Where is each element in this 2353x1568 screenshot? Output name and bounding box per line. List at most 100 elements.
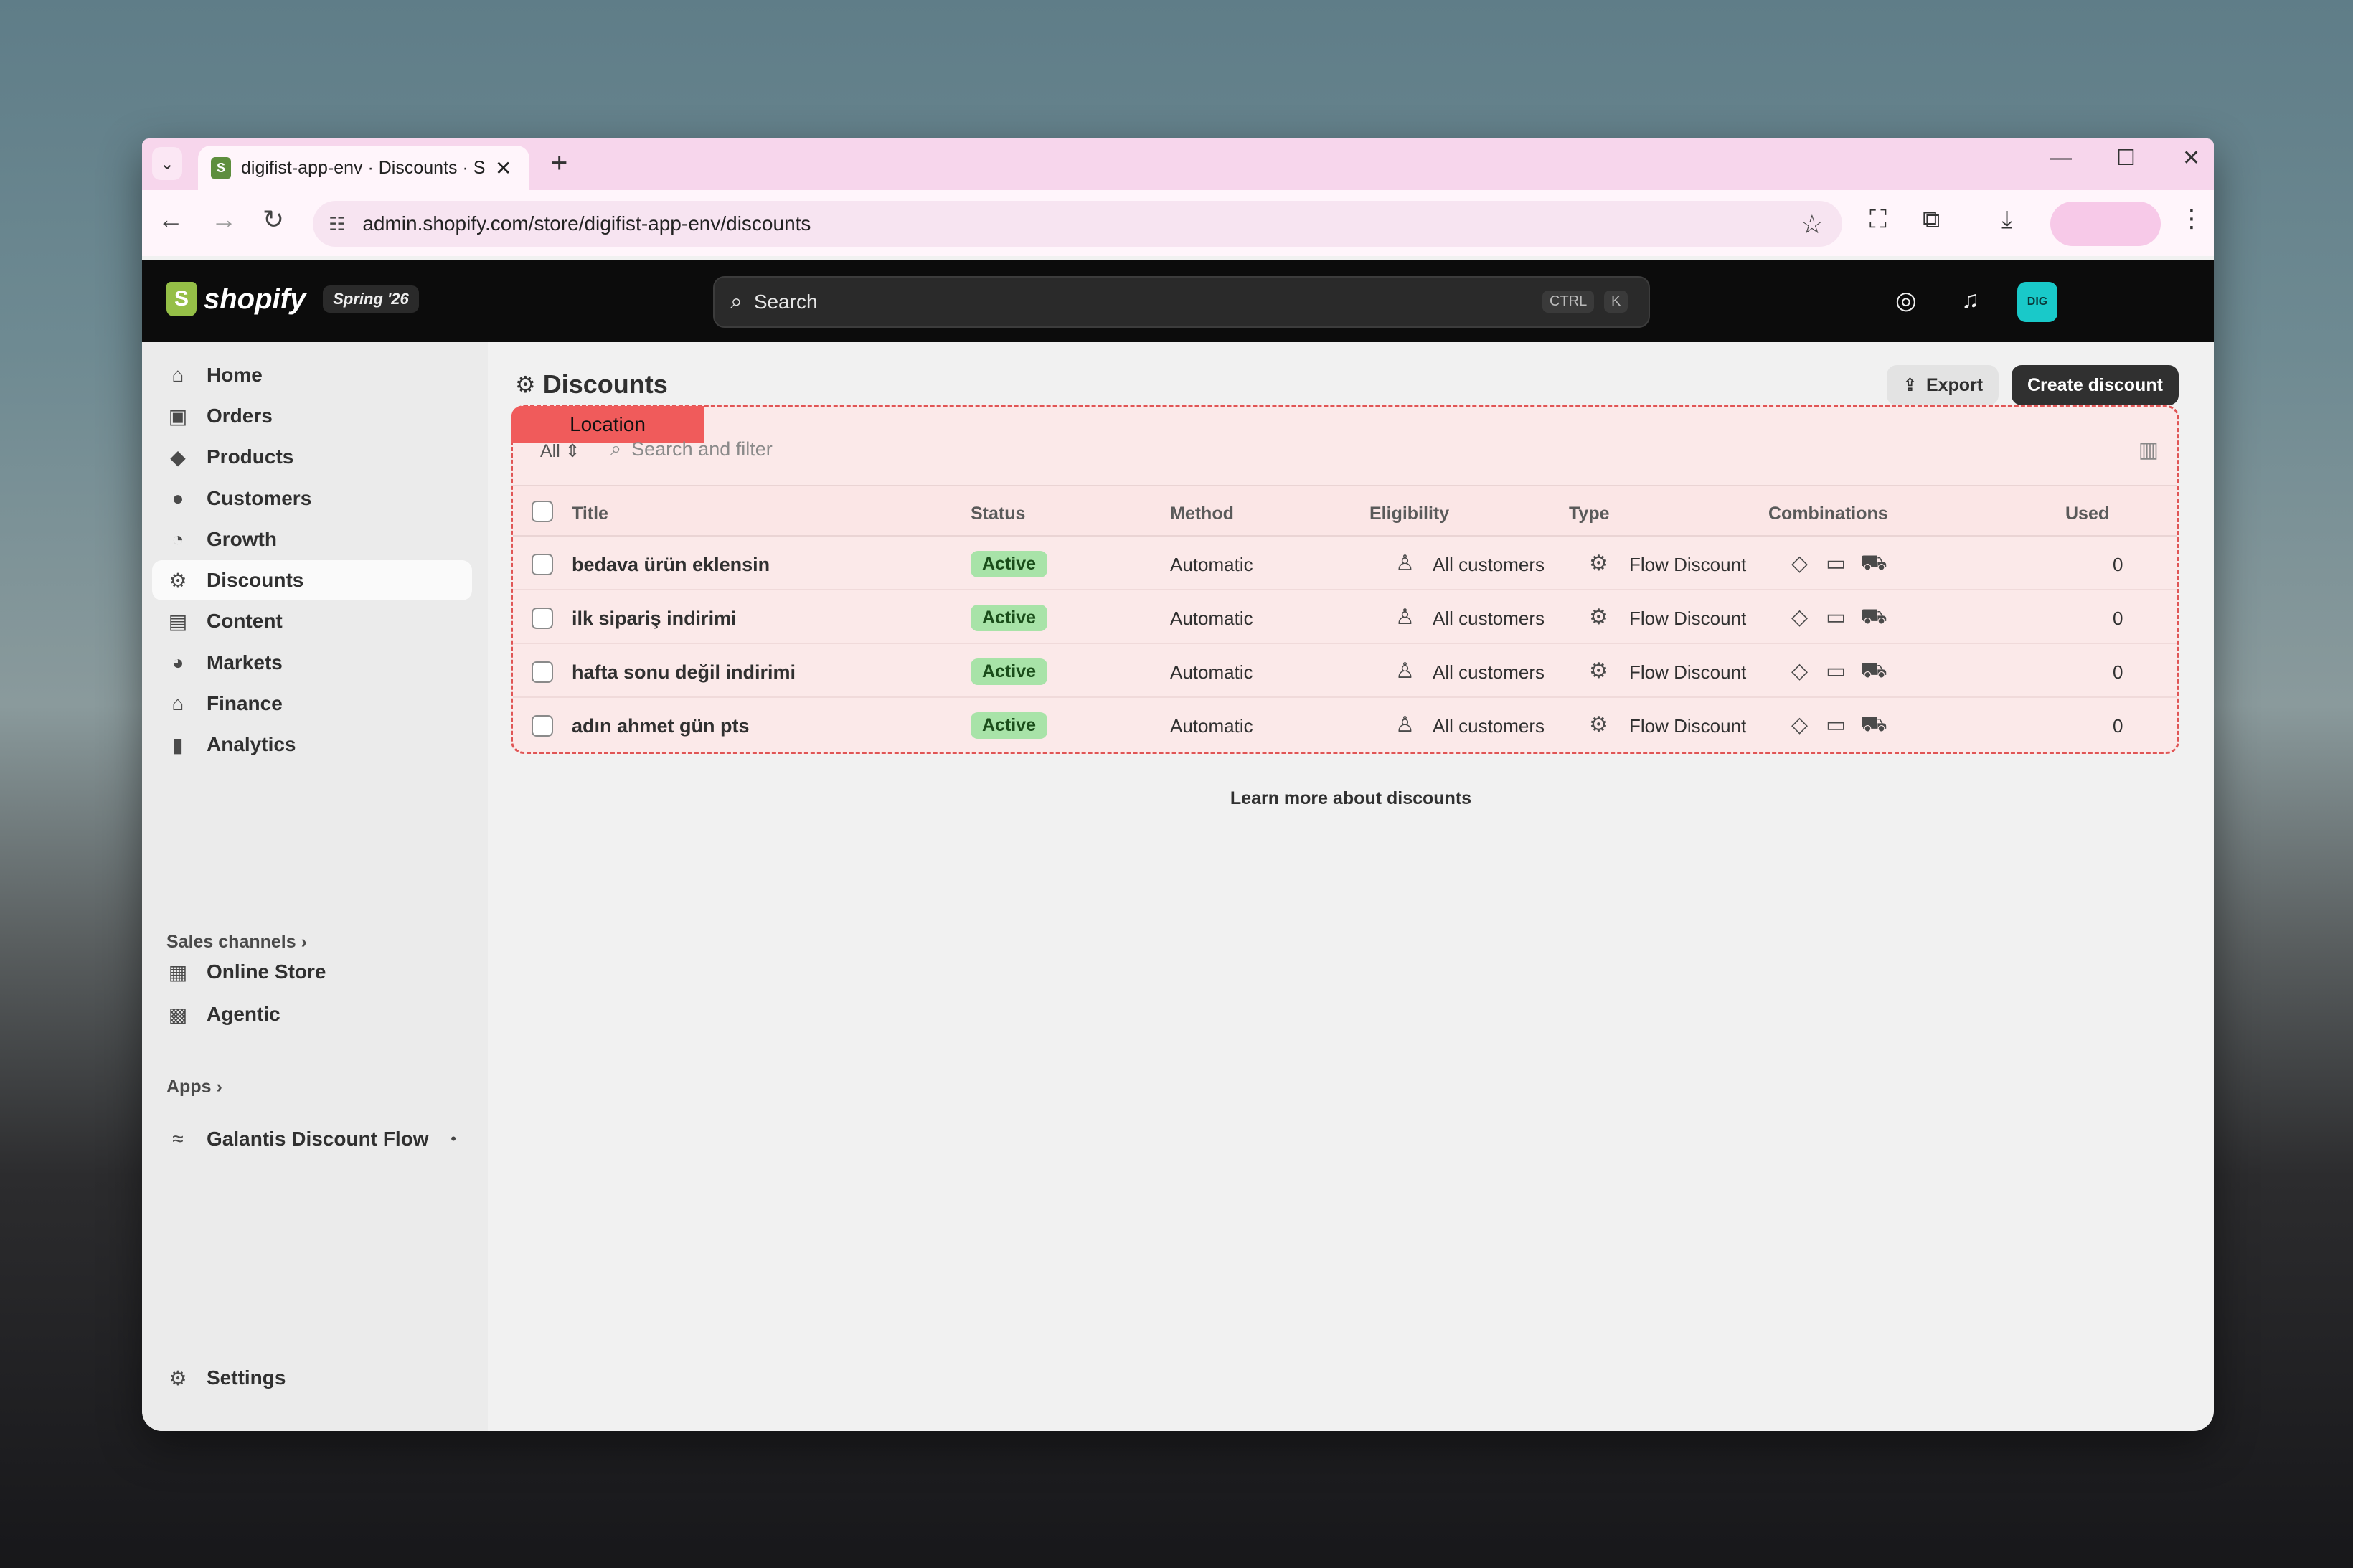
sidebar-item-label: Discounts [207,569,304,591]
bookmark-star-icon[interactable]: ☆ [1801,209,1824,240]
download-icon[interactable]: ⤓ [2001,206,2012,234]
browser-tab[interactable]: S digifist-app-env · Discounts · Sh ✕ [198,146,529,190]
filter-search-input[interactable]: ⌕ Search and filter [610,438,773,461]
tab-search-button[interactable]: ⌄ [152,147,182,180]
discount-title[interactable]: bedava ürün eklensin [572,554,770,576]
shortcut-ctrl: CTRL [1542,291,1595,313]
type-cell: Flow Discount [1629,554,1747,575]
bell-icon[interactable]: ♫ [1961,286,1980,314]
sidebar-item-label: Settings [207,1366,286,1389]
sidebar-item-agentic[interactable]: ▩ Agentic [152,994,472,1034]
type-cell: Flow Discount [1629,608,1747,629]
column-method[interactable]: Method [1170,504,1234,524]
sidebar-item-label: Growth [207,528,277,550]
column-eligibility[interactable]: Eligibility [1369,504,1449,524]
store-icon: ▦ [168,960,188,983]
sidebar-item-markets[interactable]: ◕ Markets [152,643,472,683]
reload-icon[interactable]: ↻ [263,204,284,235]
flow-discount-icon: ⚙ [1589,659,1608,683]
used-cell: 0 [2113,661,2123,683]
status-badge: Active [971,605,1048,631]
create-discount-button[interactable]: Create discount [2012,365,2179,405]
column-title[interactable]: Title [572,504,608,524]
order-discount-icon: ▭ [1826,605,1847,629]
eligibility-cell: All customers [1433,554,1545,575]
used-cell: 0 [2113,715,2123,737]
sidebar: ⌂ Home ▣ Orders ◆ Products ● Customers ◔… [142,342,488,1431]
sidebar-item-growth[interactable]: ◔ Growth [152,519,472,559]
sidebar-item-label: Analytics [207,733,296,755]
app-flow-icon: ≈ [172,1128,184,1150]
column-status[interactable]: Status [971,504,1025,524]
table-row[interactable]: hafta sonu değil indirimi Active Automat… [513,644,2177,698]
sidebar-item-discounts[interactable]: ⚙ Discounts [152,560,472,600]
profile-button[interactable] [2050,202,2161,246]
new-tab-button[interactable]: + [551,147,567,179]
order-discount-icon: ▭ [1826,659,1847,683]
shopify-favicon-icon: S [211,157,231,179]
address-bar[interactable]: ☷ admin.shopify.com/store/digifist-app-e… [313,201,1842,247]
sidebar-item-label: Finance [207,692,283,714]
flow-discount-icon: ⚙ [1589,713,1608,737]
columns-icon[interactable]: ▥ [2139,438,2159,463]
view-select[interactable]: All ⇕ [540,440,580,462]
person-icon: ♙ [1395,659,1415,683]
sidekick-icon[interactable]: ◎ [1895,286,1917,315]
method-cell: Automatic [1170,608,1253,629]
tag-icon: ◆ [170,445,186,468]
minimize-icon[interactable]: — [2050,146,2072,170]
close-window-icon[interactable]: ✕ [2182,146,2200,171]
discount-title[interactable]: ilk sipariş indirimi [572,608,737,630]
row-checkbox[interactable] [532,715,553,737]
sales-channels-header[interactable]: Sales channels › [166,932,307,953]
page-title: ⚙ Discounts [515,369,668,400]
used-cell: 0 [2113,608,2123,629]
site-settings-icon[interactable]: ☷ [329,213,345,235]
column-combinations[interactable]: Combinations [1768,504,1888,524]
shopify-bag-icon: S [166,282,197,316]
sidebar-item-home[interactable]: ⌂ Home [152,355,472,395]
discount-title[interactable]: hafta sonu değil indirimi [572,661,796,684]
column-type[interactable]: Type [1569,504,1610,524]
row-checkbox[interactable] [532,554,553,575]
back-icon[interactable]: ← [158,204,184,235]
row-checkbox[interactable] [532,661,553,683]
table-row[interactable]: adın ahmet gün pts Active Automatic ♙ Al… [513,698,2177,752]
extensions-icon[interactable]: ⧉ [1923,206,1940,234]
learn-more-link[interactable]: Learn more about discounts [488,788,2214,809]
tab-strip: ⌄ S digifist-app-env · Discounts · Sh ✕ … [142,138,2214,190]
flow-discount-icon: ⚙ [1589,605,1608,629]
person-icon: ♙ [1395,605,1415,629]
select-all-checkbox[interactable] [532,501,553,522]
agentic-icon: ▩ [168,1003,188,1026]
eligibility-cell: All customers [1433,608,1545,629]
maximize-icon[interactable]: ☐ [2116,146,2136,171]
sidebar-item-customers[interactable]: ● Customers [152,478,472,519]
sidebar-item-analytics[interactable]: ▮ Analytics [152,724,472,765]
sidebar-item-finance[interactable]: ⌂ Finance [152,684,472,724]
table-row[interactable]: ilk sipariş indirimi Active Automatic ♙ … [513,590,2177,644]
apps-header[interactable]: Apps › [166,1077,222,1097]
tab-close-icon[interactable]: ✕ [495,156,511,180]
sidebar-item-online-store[interactable]: ▦ Online Store [152,952,472,992]
admin-search-input[interactable]: ⌕ Search CTRL K [713,276,1650,328]
shipping-discount-icon: ⛟ [1860,658,1887,682]
sidebar-item-galantis-discount-flow[interactable]: ≈ Galantis Discount Flow • [152,1119,472,1159]
avatar[interactable]: DIG [2017,282,2057,322]
table-row[interactable]: bedava ürün eklensin Active Automatic ♙ … [513,537,2177,590]
sidebar-item-settings[interactable]: ⚙ Settings [152,1358,472,1398]
discount-title[interactable]: adın ahmet gün pts [572,715,750,737]
screenshot-icon[interactable]: ⛶ [1869,206,1887,234]
row-checkbox[interactable] [532,608,553,629]
browser-menu-icon[interactable]: ⋮ [2179,204,2204,233]
shopify-logo[interactable]: S shopify Spring '26 [166,282,419,316]
forward-icon[interactable]: → [211,204,237,235]
bank-icon: ⌂ [171,692,184,714]
export-button[interactable]: ⇪ Export [1887,365,1999,405]
column-used[interactable]: Used [2065,504,2109,524]
sidebar-item-orders[interactable]: ▣ Orders [152,396,472,436]
sidebar-item-products[interactable]: ◆ Products [152,437,472,477]
export-label: Export [1925,374,1984,395]
type-cell: Flow Discount [1629,715,1747,737]
sidebar-item-content[interactable]: ▤ Content [152,601,472,641]
